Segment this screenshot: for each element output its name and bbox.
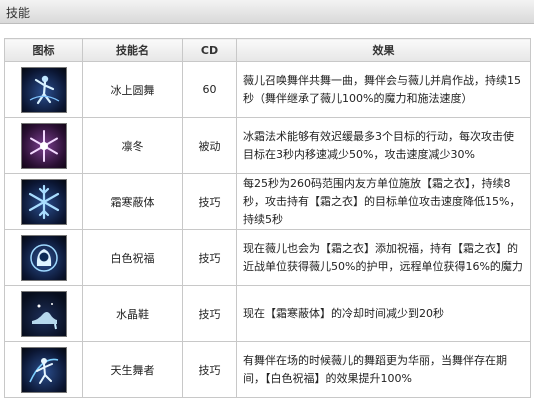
skill-effect: 薇儿召唤舞伴共舞一曲，舞伴会与薇儿并肩作战，持续15秒（舞伴继承了薇儿100%的…	[236, 61, 531, 118]
born-dancer-icon	[20, 346, 67, 393]
snowflake-purple-icon	[20, 122, 67, 169]
skill-cd: 技巧	[182, 229, 237, 286]
icon-cell	[4, 341, 83, 398]
table-row: 凛冬 被动 冰霜法术能够有效迟缓最多3个目标的行动，每次攻击使目标在3秒内移速减…	[4, 117, 531, 174]
table-header-row: 图标 技能名 CD 效果	[4, 38, 531, 62]
skill-cd: 技巧	[182, 285, 237, 342]
skill-effect: 有舞伴在场的时候薇儿的舞蹈更为华丽，当舞伴存在期间，【白色祝福】的效果提升100…	[236, 341, 531, 398]
skill-name: 霜寒蔽体	[82, 173, 183, 230]
skill-name: 冰上圆舞	[82, 61, 183, 118]
column-header-icon: 图标	[4, 38, 83, 62]
skill-effect: 现在薇儿也会为【霜之衣】添加祝福，持有【霜之衣】的近战单位获得薇儿50%的护甲，…	[236, 229, 531, 286]
table-row: 水晶鞋 技巧 现在【霜寒蔽体】的冷却时间减少到20秒	[4, 285, 531, 342]
skill-effect: 每25秒为260码范围内友方单位施放【霜之衣】，持续8秒，攻击持有【霜之衣】的目…	[236, 173, 531, 230]
skill-cd: 技巧	[182, 173, 237, 230]
skill-name: 凛冬	[82, 117, 183, 174]
icon-cell	[4, 285, 83, 342]
icon-cell	[4, 61, 83, 118]
column-header-effect: 效果	[236, 38, 531, 62]
blessing-girl-icon	[20, 234, 67, 281]
skill-cd: 技巧	[182, 341, 237, 398]
skill-cd: 60	[182, 61, 237, 118]
column-header-cd: CD	[182, 38, 237, 62]
skill-cd: 被动	[182, 117, 237, 174]
skill-effect: 冰霜法术能够有效迟缓最多3个目标的行动，每次攻击使目标在3秒内移速减少50%，攻…	[236, 117, 531, 174]
ice-dancer-icon	[20, 66, 67, 113]
icon-cell	[4, 117, 83, 174]
icon-cell	[4, 173, 83, 230]
icon-cell	[4, 229, 83, 286]
crystal-shoe-icon	[20, 290, 67, 337]
table-row: 霜寒蔽体 技巧 每25秒为260码范围内友方单位施放【霜之衣】，持续8秒，攻击持…	[4, 173, 531, 230]
section-header: 技能	[0, 0, 534, 24]
skill-name: 天生舞者	[82, 341, 183, 398]
snowflake-blue-icon	[20, 178, 67, 225]
skill-name: 水晶鞋	[82, 285, 183, 342]
column-header-name: 技能名	[82, 38, 183, 62]
table-row: 冰上圆舞 60 薇儿召唤舞伴共舞一曲，舞伴会与薇儿并肩作战，持续15秒（舞伴继承…	[4, 61, 531, 118]
table-row: 天生舞者 技巧 有舞伴在场的时候薇儿的舞蹈更为华丽，当舞伴存在期间，【白色祝福】…	[4, 341, 531, 398]
skill-effect: 现在【霜寒蔽体】的冷却时间减少到20秒	[236, 285, 531, 342]
table-row: 白色祝福 技巧 现在薇儿也会为【霜之衣】添加祝福，持有【霜之衣】的近战单位获得薇…	[4, 229, 531, 286]
skill-name: 白色祝福	[82, 229, 183, 286]
skills-table: 图标 技能名 CD 效果 冰上圆舞 60 薇儿召唤舞伴共舞一曲，舞伴会与薇儿并肩…	[4, 38, 531, 398]
section-title: 技能	[6, 6, 31, 20]
